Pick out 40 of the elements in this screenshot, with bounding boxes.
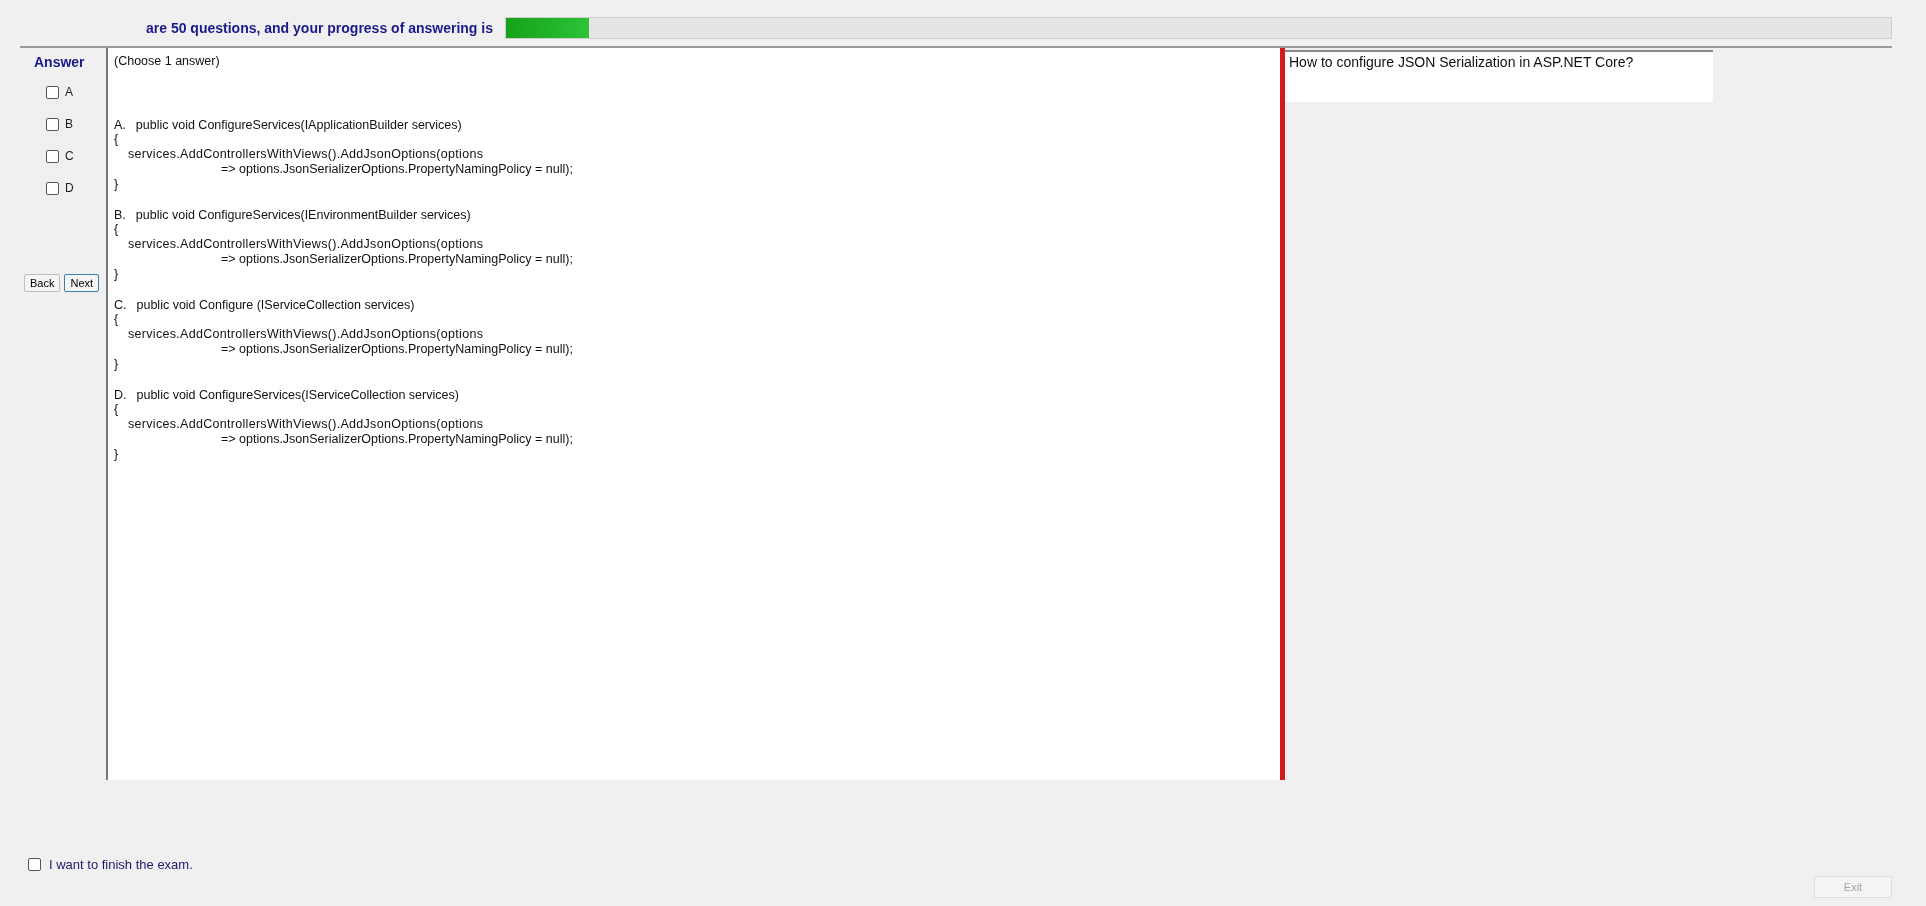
finish-label: I want to finish the exam.	[49, 857, 193, 872]
choice-label: A	[65, 85, 73, 99]
answer-heading: Answer	[34, 54, 85, 70]
code-line: {	[114, 132, 120, 147]
back-button[interactable]: Back	[24, 274, 61, 292]
code-line: services.AddControllersWithViews().AddJsonOptions(options	[127, 327, 485, 342]
next-button[interactable]: Next	[64, 274, 100, 292]
code-line: public void Configure (IServiceCollection services)	[136, 298, 415, 312]
choice-label: D	[65, 181, 74, 195]
checkbox[interactable]	[28, 858, 41, 871]
code-line: => options.JsonSerializerOptions.PropertyNamingPolicy = null);	[220, 162, 574, 177]
code-line: {	[114, 222, 120, 237]
code-line: }	[114, 357, 120, 372]
question-text: How to configure JSON Serialization in ASP.NET Core?	[1289, 54, 1634, 70]
code-line: services.AddControllersWithViews().AddJsonOptions(options	[127, 147, 485, 162]
option-letter: A.	[114, 118, 126, 132]
checkbox[interactable]	[46, 149, 59, 163]
code-line: => options.JsonSerializerOptions.PropertyNamingPolicy = null);	[220, 342, 574, 357]
option-letter: C.	[114, 298, 127, 312]
code-line: public void ConfigureServices(IEnvironmentBuilder services)	[135, 208, 471, 222]
code-line: services.AddControllersWithViews().AddJsonOptions(options	[127, 417, 485, 432]
choice-label: C	[65, 149, 74, 163]
code-line: services.AddControllersWithViews().AddJsonOptions(options	[127, 237, 485, 252]
code-line: {	[114, 402, 120, 417]
code-line: }	[114, 177, 120, 192]
checkbox[interactable]	[46, 117, 59, 131]
code-line: {	[114, 312, 120, 327]
code-line: }	[114, 267, 120, 282]
instruction-text: (Choose 1 answer)	[114, 54, 221, 68]
option-letter: B.	[114, 208, 126, 222]
code-line: }	[114, 447, 120, 462]
code-line: public void ConfigureServices(IServiceCollection services)	[136, 388, 459, 402]
checkbox[interactable]	[46, 181, 59, 195]
checkbox[interactable]	[46, 85, 59, 99]
code-line: public void ConfigureServices(IApplicationBuilder services)	[135, 118, 462, 132]
progress-label: are 50 questions, and your progress of answering is	[146, 20, 493, 36]
code-line: => options.JsonSerializerOptions.PropertyNamingPolicy = null);	[220, 432, 574, 447]
code-line: => options.JsonSerializerOptions.PropertyNamingPolicy = null);	[220, 252, 574, 267]
option-letter: D.	[114, 388, 127, 402]
choice-label: B	[65, 117, 73, 131]
